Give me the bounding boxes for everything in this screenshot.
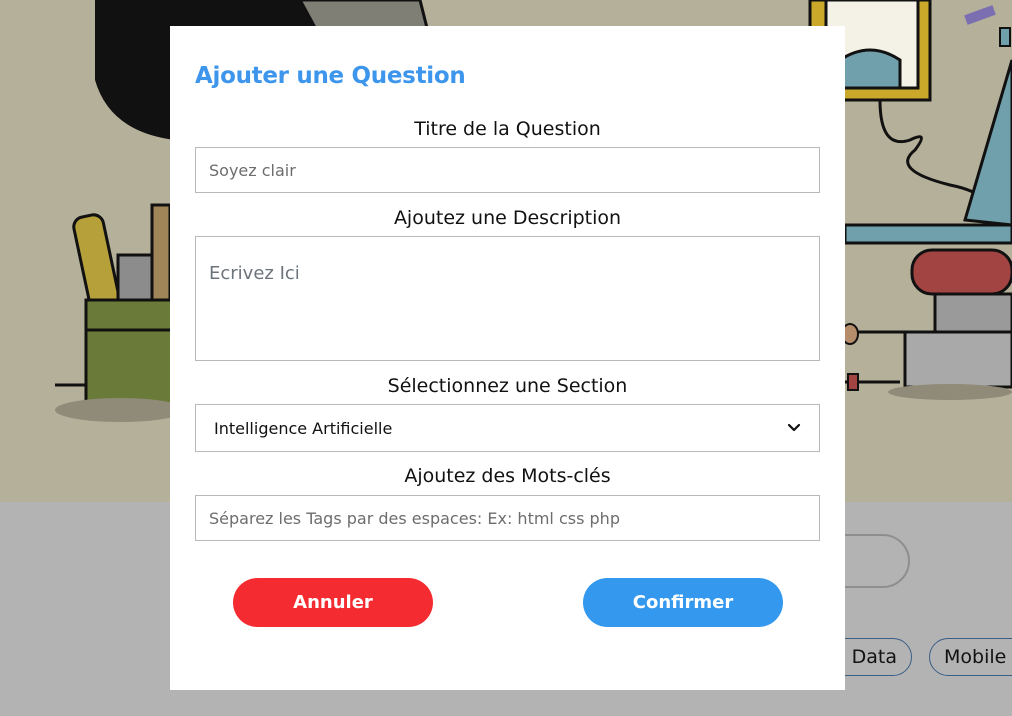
question-title-label: Titre de la Question: [414, 118, 601, 140]
section-selected-value: Intelligence Artificielle: [214, 418, 393, 438]
add-question-modal: Ajouter une Question Titre de la Questio…: [170, 26, 845, 690]
description-textarea[interactable]: [195, 236, 820, 361]
description-label: Ajoutez une Description: [393, 207, 622, 229]
background-tag-chip: Mobile: [929, 638, 1012, 676]
section-select[interactable]: Intelligence Artificielle: [195, 404, 820, 452]
chevron-down-icon: [787, 423, 801, 432]
section-label: Sélectionnez une Section: [387, 375, 628, 397]
modal-title: Ajouter une Question: [195, 63, 466, 89]
confirm-button[interactable]: Confirmer: [583, 578, 783, 627]
keywords-input[interactable]: [195, 495, 820, 541]
question-title-input[interactable]: [195, 147, 820, 193]
cancel-button[interactable]: Annuler: [233, 578, 433, 627]
keywords-label: Ajoutez des Mots-clés: [404, 465, 611, 487]
